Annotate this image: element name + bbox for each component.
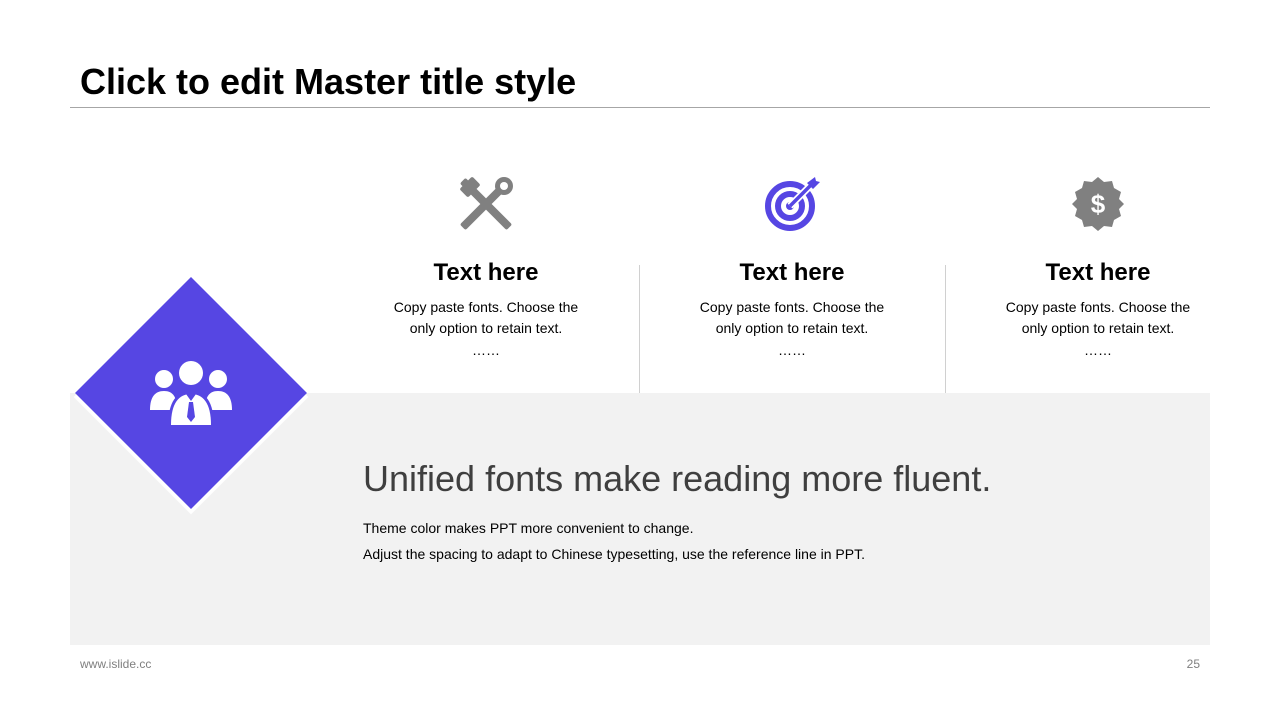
feature-description-line: Copy paste fonts. Choose the — [699, 299, 885, 315]
slide-title: Click to edit Master title style — [80, 61, 577, 102]
feature-card-3: $ Text here Copy paste fonts. Choose the… — [978, 175, 1218, 359]
target-icon — [765, 177, 820, 231]
band-body-line-1: Theme color makes PPT more convenient to… — [363, 520, 694, 536]
team-icon — [150, 358, 232, 427]
footer-page-number: 25 — [1186, 657, 1200, 671]
feature-card-1: Text here Copy paste fonts. Choose the o… — [366, 175, 606, 359]
feature-heading: Text here — [739, 259, 845, 286]
feature-description-line: Copy paste fonts. Choose the — [1005, 299, 1191, 315]
feature-description: Copy paste fonts. Choose the only option… — [672, 297, 912, 339]
feature-description-line: only option to retain text. — [1021, 320, 1175, 336]
feature-ellipsis: …… — [778, 342, 806, 358]
dollar-symbol: $ — [1091, 189, 1106, 219]
feature-description: Copy paste fonts. Choose the only option… — [366, 297, 606, 339]
feature-ellipsis: …… — [1084, 342, 1112, 358]
feature-description-line: only option to retain text. — [409, 320, 563, 336]
feature-heading: Text here — [433, 259, 539, 286]
feature-description: Copy paste fonts. Choose the only option… — [978, 297, 1218, 339]
feature-heading: Text here — [1045, 259, 1151, 286]
feature-description-line: only option to retain text. — [715, 320, 869, 336]
band-headline: Unified fonts make reading more fluent. — [363, 458, 992, 499]
feature-separator — [945, 265, 946, 393]
tools-icon — [460, 177, 513, 230]
feature-ellipsis: …… — [472, 342, 500, 358]
title-divider — [70, 107, 1210, 108]
footer-website: www.islide.cc — [80, 657, 152, 671]
feature-description-line: Copy paste fonts. Choose the — [393, 299, 579, 315]
feature-separator — [639, 265, 640, 393]
dollar-badge-icon: $ — [1072, 177, 1124, 231]
feature-card-2: Text here Copy paste fonts. Choose the o… — [672, 175, 912, 359]
band-body-line-2: Adjust the spacing to adapt to Chinese t… — [363, 546, 865, 562]
